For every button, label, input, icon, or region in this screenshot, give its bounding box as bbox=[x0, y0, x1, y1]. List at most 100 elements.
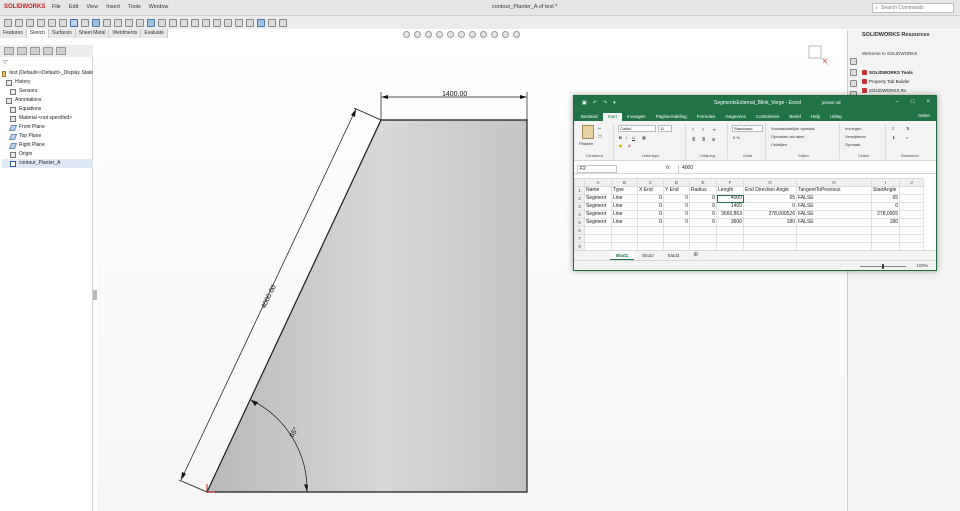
cell[interactable]: Y End bbox=[663, 186, 690, 195]
font-size-select[interactable]: 11 bbox=[658, 125, 672, 132]
tab-start[interactable]: Start bbox=[602, 113, 623, 121]
cell[interactable]: 0 bbox=[689, 202, 717, 211]
tree-item-origin[interactable]: Origin bbox=[2, 150, 93, 159]
cell[interactable]: 0 bbox=[689, 210, 717, 219]
cell[interactable]: Radius bbox=[689, 186, 717, 195]
tab-evaluate[interactable]: Evaluate bbox=[141, 29, 168, 38]
tree-item-sensors[interactable]: Sensors bbox=[2, 87, 93, 96]
cell[interactable]: End Direction Angle bbox=[743, 186, 797, 195]
cell[interactable]: Segment bbox=[584, 202, 612, 211]
formula-input[interactable]: 4000 bbox=[678, 165, 930, 173]
paste-icon[interactable] bbox=[582, 125, 594, 139]
cell[interactable]: 278,000526 bbox=[743, 210, 797, 219]
merge-icon[interactable]: ⊞ bbox=[712, 137, 715, 142]
tab-weldments[interactable]: Weldments bbox=[109, 29, 142, 38]
cell[interactable] bbox=[899, 202, 924, 211]
cell[interactable]: FALSE bbox=[796, 202, 872, 211]
cell[interactable]: Length bbox=[716, 186, 744, 195]
find-select-icon[interactable]: ⌕ bbox=[906, 135, 908, 140]
italic-button[interactable]: I bbox=[626, 135, 627, 140]
quick-snaps-icon[interactable] bbox=[235, 18, 243, 27]
cell[interactable]: 180 bbox=[871, 218, 900, 227]
rectangle-tool-icon[interactable] bbox=[103, 18, 111, 27]
column-header[interactable]: F bbox=[716, 178, 744, 187]
close-icon[interactable]: × bbox=[926, 99, 930, 105]
sort-filter-icon[interactable]: ⇅ bbox=[906, 126, 909, 131]
row-header[interactable]: 2 bbox=[574, 194, 585, 203]
row-header[interactable]: 1 bbox=[574, 186, 585, 195]
zoom-level[interactable]: 100% bbox=[916, 263, 928, 268]
task-pane-item[interactable]: SOLIDWORKS Tools bbox=[862, 68, 913, 77]
name-box[interactable]: F2 bbox=[577, 165, 617, 173]
zoom-area-icon[interactable] bbox=[414, 31, 421, 38]
cell[interactable] bbox=[871, 226, 900, 235]
cell[interactable]: 1400 bbox=[716, 202, 744, 211]
resources-icon[interactable] bbox=[849, 58, 857, 65]
spline-tool-icon[interactable] bbox=[136, 18, 144, 27]
menu-file[interactable]: File bbox=[52, 4, 61, 10]
column-header[interactable]: D bbox=[663, 178, 690, 187]
tab-surfaces[interactable]: Surfaces bbox=[49, 29, 76, 38]
cell-styles-button[interactable]: Celstijlen bbox=[771, 142, 787, 147]
column-header[interactable]: E bbox=[689, 178, 717, 187]
cell[interactable] bbox=[637, 234, 664, 243]
smart-dimension-icon[interactable] bbox=[147, 18, 155, 27]
cell[interactable]: 278,0005 bbox=[871, 210, 900, 219]
welcome-link[interactable]: Welcome to SOLIDWORKS bbox=[862, 51, 917, 56]
row-header[interactable]: 3 bbox=[574, 202, 585, 211]
cell[interactable]: 0 bbox=[663, 218, 690, 227]
dimxpert-tab-icon[interactable] bbox=[43, 47, 53, 55]
select-all-corner[interactable] bbox=[574, 178, 585, 187]
font-color-icon[interactable]: A bbox=[628, 143, 631, 148]
column-header[interactable]: G bbox=[743, 178, 797, 187]
tree-item-part[interactable]: test (Default<<Default>_Display State bbox=[2, 69, 93, 78]
align-center-icon[interactable]: ≣ bbox=[702, 137, 705, 142]
row-header[interactable]: 5 bbox=[574, 218, 585, 227]
cell[interactable]: 0 bbox=[743, 202, 797, 211]
cell[interactable] bbox=[899, 234, 924, 243]
cell[interactable]: Segment bbox=[584, 210, 612, 219]
menu-tools[interactable]: Tools bbox=[128, 4, 141, 10]
align-left-icon[interactable]: ≣ bbox=[692, 137, 695, 142]
insert-function-icon[interactable]: fx bbox=[666, 165, 670, 171]
monitor-icon[interactable] bbox=[513, 31, 520, 38]
add-sheet-icon[interactable]: ⊕ bbox=[687, 251, 704, 260]
circle-tool-icon[interactable] bbox=[114, 18, 122, 27]
cell[interactable] bbox=[689, 226, 717, 235]
column-header[interactable]: I bbox=[871, 178, 900, 187]
trim-icon[interactable] bbox=[158, 18, 166, 27]
task-pane-item[interactable]: SOLIDWORKS Rx bbox=[862, 86, 913, 95]
cell[interactable] bbox=[663, 234, 690, 243]
cell[interactable]: 0 bbox=[663, 194, 690, 203]
cell[interactable]: 0 bbox=[637, 218, 664, 227]
undo-icon[interactable] bbox=[59, 18, 67, 27]
cell[interactable]: StartAngle bbox=[871, 186, 900, 195]
cell[interactable] bbox=[584, 226, 612, 235]
dimension-top-value[interactable]: 1400.00 bbox=[442, 91, 467, 98]
wrap-text-icon[interactable]: ⇥ bbox=[712, 127, 715, 132]
cut-icon[interactable]: ✂ bbox=[598, 126, 601, 131]
cell[interactable] bbox=[584, 234, 612, 243]
customize-qat-icon[interactable]: ▾ bbox=[613, 100, 616, 106]
select-icon[interactable] bbox=[70, 18, 78, 27]
currency-icon[interactable]: € % bbox=[733, 135, 740, 140]
tab-features[interactable]: Features bbox=[0, 29, 27, 38]
tab-pagina-indeling[interactable]: Pagina-indeling bbox=[651, 113, 692, 121]
cell[interactable]: Segment bbox=[584, 218, 612, 227]
tab-gegevens[interactable]: Gegevens bbox=[720, 113, 751, 121]
conditional-formatting-button[interactable]: Voorwaardelijke opmaak bbox=[771, 126, 815, 131]
menu-insert[interactable]: Insert bbox=[106, 4, 120, 10]
excel-user[interactable]: jeroen vd bbox=[822, 100, 841, 105]
open-icon[interactable] bbox=[26, 18, 34, 27]
cell[interactable]: Line bbox=[611, 218, 638, 227]
repair-sketch-icon[interactable] bbox=[224, 18, 232, 27]
align-middle-icon[interactable]: ≡ bbox=[702, 127, 704, 132]
cell[interactable] bbox=[899, 194, 924, 203]
view-orientation-icon[interactable] bbox=[447, 31, 454, 38]
sheet-tab-blad2[interactable]: Blad2 bbox=[636, 251, 660, 260]
format-cells-button[interactable]: Opmaak bbox=[845, 142, 860, 147]
arc-tool-icon[interactable] bbox=[125, 18, 133, 27]
tab-formules[interactable]: Formules bbox=[692, 113, 721, 121]
cell[interactable]: FALSE bbox=[796, 194, 872, 203]
cell[interactable] bbox=[611, 226, 638, 235]
